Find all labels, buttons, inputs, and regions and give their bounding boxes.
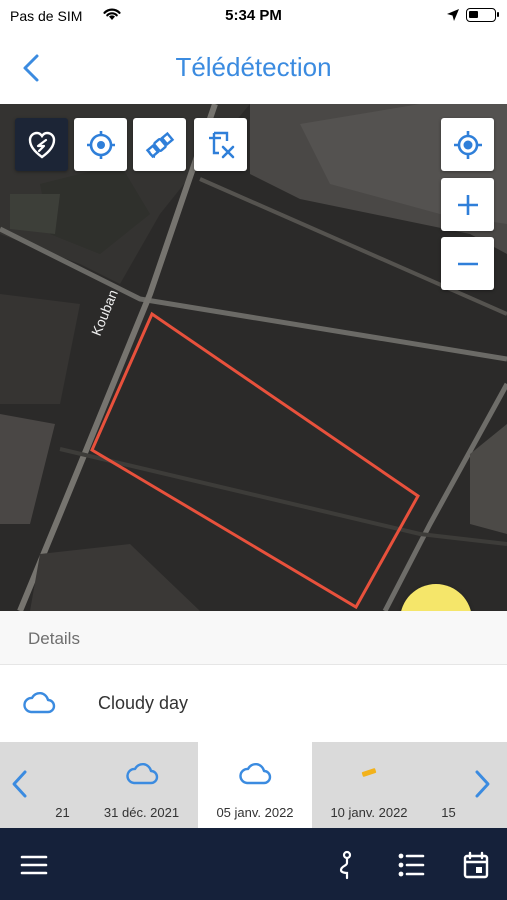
route-icon — [339, 850, 352, 880]
date-item[interactable]: 31 déc. 2021 — [85, 742, 198, 828]
menu-button[interactable] — [19, 850, 49, 880]
telédétection-screen: Pas de SIM 5:34 PM Télédétection Kouban … — [0, 0, 507, 900]
locate-button[interactable] — [441, 118, 494, 171]
satellite-button[interactable] — [133, 118, 186, 171]
zoom-in-button[interactable] — [441, 178, 494, 231]
chevron-left-icon — [12, 770, 27, 798]
cloud-icon — [85, 760, 198, 786]
navigation-bar: Télédétection — [0, 34, 507, 104]
list-button[interactable] — [396, 850, 426, 880]
weather-row: Cloudy day — [0, 665, 507, 742]
clear-selection-icon — [208, 131, 234, 158]
zoom-out-icon — [457, 262, 478, 265]
field-select-button[interactable] — [15, 118, 68, 171]
details-header: Details — [0, 611, 507, 665]
date-strip[interactable]: 21 31 déc. 2021 05 janv. 2022 10 janv. 2… — [0, 742, 507, 828]
target-icon — [86, 130, 115, 159]
satellite-icon — [145, 131, 174, 158]
weather-label: Cloudy day — [98, 693, 189, 713]
clock: 5:34 PM — [225, 7, 282, 24]
menu-icon — [20, 855, 48, 875]
date-label: 05 janv. 2022 — [216, 805, 294, 820]
calendar-button[interactable] — [461, 850, 491, 880]
bottom-toolbar — [0, 828, 507, 900]
calendar-icon — [463, 851, 489, 879]
cloud-icon — [22, 689, 56, 720]
next-date-button[interactable] — [468, 768, 496, 800]
satellite-map[interactable]: Kouban — [0, 104, 507, 611]
previous-date-button[interactable] — [6, 768, 34, 800]
date-item[interactable]: 15 — [426, 742, 471, 828]
date-item[interactable]: 21 — [40, 742, 85, 828]
field-boundary[interactable] — [0, 104, 507, 611]
date-label: 31 déc. 2021 — [103, 805, 180, 820]
date-label: 10 janv. 2022 — [330, 805, 408, 820]
locate-icon — [453, 130, 482, 159]
date-item-selected[interactable]: 05 janv. 2022 — [198, 742, 312, 828]
date-label: 15 — [441, 805, 456, 820]
details-title: Details — [28, 629, 80, 648]
zoom-in-icon — [457, 194, 478, 215]
page-title: Télédétection — [175, 52, 332, 82]
status-bar: Pas de SIM 5:34 PM — [0, 0, 507, 34]
sun-icon — [312, 760, 426, 786]
zoom-out-button[interactable] — [441, 237, 494, 290]
route-button[interactable] — [332, 850, 362, 880]
list-icon — [398, 853, 425, 877]
date-item[interactable]: 10 janv. 2022 — [312, 742, 426, 828]
clear-selection-button[interactable] — [194, 118, 247, 171]
field-select-icon — [28, 131, 55, 158]
chevron-right-icon — [475, 770, 490, 798]
location-arrow-icon — [446, 8, 460, 26]
target-button[interactable] — [74, 118, 127, 171]
date-label: 21 — [55, 805, 70, 820]
battery-icon — [466, 8, 499, 22]
cloud-icon — [198, 760, 312, 786]
